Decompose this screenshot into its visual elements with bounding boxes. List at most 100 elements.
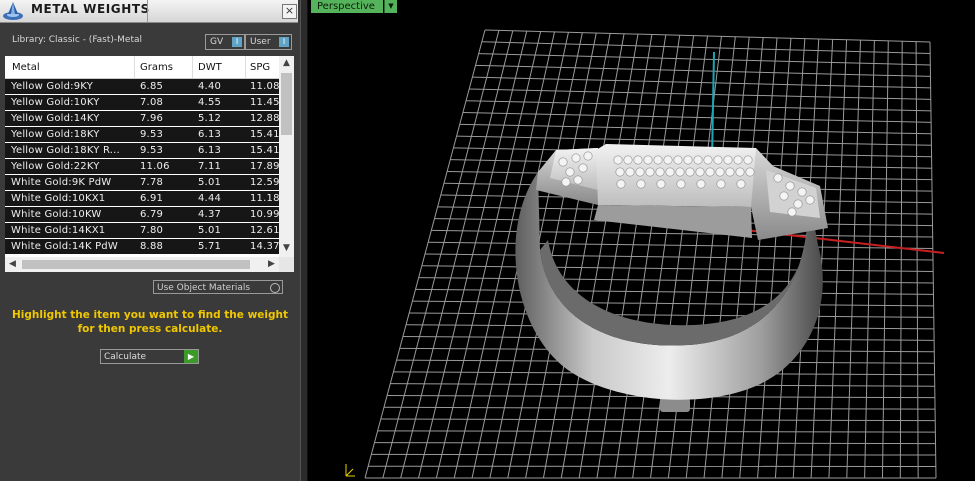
- scroll-left-arrow-icon[interactable]: ◀: [5, 257, 20, 272]
- cell-dwt: 5.71: [198, 241, 222, 252]
- cell-metal: White Gold:14K PdW: [11, 241, 118, 252]
- column-divider[interactable]: [134, 56, 135, 78]
- column-divider[interactable]: [245, 56, 246, 78]
- table-row[interactable]: Yellow Gold:9KY 6.85 4.40 11.08: [5, 79, 279, 94]
- table-row[interactable]: Yellow Gold:10KY 7.08 4.55 11.45: [5, 95, 279, 110]
- panel-title: METAL WEIGHTS: [31, 2, 150, 16]
- cell-spg: 15.41: [250, 129, 279, 140]
- calculate-button[interactable]: Calculate ▶: [100, 349, 199, 364]
- cell-grams: 7.80: [140, 225, 164, 236]
- cell-dwt: 5.01: [198, 177, 222, 188]
- viewport-dropdown-arrow-icon[interactable]: ▼: [384, 0, 397, 13]
- table-row[interactable]: Yellow Gold:18KY 9.53 6.13 15.41: [5, 127, 279, 142]
- cell-metal: Yellow Gold:18KY: [11, 129, 100, 140]
- cell-grams: 7.08: [140, 97, 164, 108]
- table-row[interactable]: Yellow Gold:18KY R... 9.53 6.13 15.41: [5, 143, 279, 158]
- cell-grams: 8.88: [140, 241, 164, 252]
- app-logo-icon: [3, 2, 23, 20]
- gv-toggle[interactable]: GV I: [205, 34, 245, 50]
- table-row[interactable]: White Gold:10KW 6.79 4.37 10.99: [5, 207, 279, 222]
- metal-weights-panel: METAL WEIGHTS × Library: Classic - (Fast…: [0, 0, 300, 481]
- cell-grams: 6.91: [140, 193, 164, 204]
- column-header-dwt[interactable]: DWT: [198, 62, 222, 73]
- cell-metal: White Gold:10KX1: [11, 193, 106, 204]
- cell-spg: 15.41: [250, 145, 279, 156]
- scroll-up-arrow-icon[interactable]: ▲: [279, 56, 294, 71]
- table-header: Metal Grams DWT SPG: [5, 56, 279, 79]
- cell-grams: 11.06: [140, 161, 170, 172]
- cell-spg: 11.18: [250, 193, 279, 204]
- column-header-grams[interactable]: Grams: [140, 62, 173, 73]
- scroll-down-arrow-icon[interactable]: ▼: [279, 241, 294, 256]
- table-row[interactable]: Yellow Gold:22KY 11.06 7.11 17.89: [5, 159, 279, 174]
- use-object-materials-toggle[interactable]: Use Object Materials: [153, 280, 283, 294]
- panel-splitter[interactable]: [300, 0, 308, 481]
- cell-metal: Yellow Gold:18KY R...: [11, 145, 120, 156]
- viewport-label[interactable]: Perspective: [311, 0, 383, 13]
- user-toggle-label: User: [250, 37, 271, 47]
- horizontal-scrollbar[interactable]: ◀ ▶: [5, 257, 279, 272]
- cell-grams: 7.96: [140, 113, 164, 124]
- cell-dwt: 4.40: [198, 81, 222, 92]
- cell-grams: 9.53: [140, 129, 164, 140]
- scroll-right-arrow-icon[interactable]: ▶: [264, 257, 279, 272]
- table-row[interactable]: White Gold:14KX1 7.80 5.01 12.61: [5, 223, 279, 238]
- cell-dwt: 6.13: [198, 129, 222, 140]
- titlebar-divider: [147, 0, 148, 22]
- column-header-metal[interactable]: Metal: [12, 62, 40, 73]
- vertical-scroll-thumb[interactable]: [281, 73, 292, 135]
- gv-toggle-label: GV: [210, 37, 224, 47]
- calculate-label: Calculate: [104, 352, 147, 362]
- horizontal-scroll-thumb[interactable]: [22, 260, 250, 269]
- cell-grams: 7.78: [140, 177, 164, 188]
- panel-titlebar: METAL WEIGHTS ×: [0, 0, 298, 23]
- column-header-spg[interactable]: SPG: [250, 62, 270, 73]
- table-row[interactable]: White Gold:14K PdW 8.88 5.71 14.37: [5, 239, 279, 254]
- cell-grams: 6.79: [140, 209, 164, 220]
- table-body: Yellow Gold:9KY 6.85 4.40 11.08 Yellow Gold:…: [5, 79, 279, 255]
- cell-spg: 10.99: [250, 209, 279, 220]
- cell-dwt: 4.44: [198, 193, 222, 204]
- toggle-switch-icon: I: [232, 37, 242, 47]
- ground-grid: [364, 29, 937, 479]
- table-row[interactable]: Yellow Gold:14KY 7.96 5.12 12.88: [5, 111, 279, 126]
- cell-spg: 11.45: [250, 97, 279, 108]
- metal-table[interactable]: Metal Grams DWT SPG Yellow Gold:9KY 6.85 4…: [5, 56, 294, 272]
- cell-spg: 14.37: [250, 241, 279, 252]
- viewport-scene: [364, 29, 945, 479]
- cell-grams: 6.85: [140, 81, 164, 92]
- cell-metal: Yellow Gold:10KY: [11, 97, 100, 108]
- table-row[interactable]: White Gold:10KX1 6.91 4.44 11.18: [5, 191, 279, 206]
- cell-metal: Yellow Gold:9KY: [11, 81, 93, 92]
- y-axis-line: [711, 51, 715, 161]
- cell-spg: 12.59: [250, 177, 279, 188]
- cell-spg: 12.88: [250, 113, 279, 124]
- cell-metal: White Gold:14KX1: [11, 225, 106, 236]
- vertical-scrollbar[interactable]: ▲ ▼: [279, 56, 294, 257]
- use-object-materials-label: Use Object Materials: [157, 283, 251, 293]
- scrollbar-corner: [279, 257, 294, 272]
- cell-spg: 11.08: [250, 81, 279, 92]
- hint-text: Highlight the item you want to find the …: [12, 309, 288, 335]
- cell-dwt: 5.12: [198, 113, 222, 124]
- cell-dwt: 5.01: [198, 225, 222, 236]
- cell-spg: 12.61: [250, 225, 279, 236]
- table-row[interactable]: White Gold:9K PdW 7.78 5.01 12.59: [5, 175, 279, 190]
- cell-metal: White Gold:10KW: [11, 209, 102, 220]
- cell-dwt: 7.11: [198, 161, 222, 172]
- user-toggle[interactable]: User I: [245, 34, 292, 50]
- cell-metal: Yellow Gold:14KY: [11, 113, 100, 124]
- library-label: Library: Classic - (Fast)-Metal: [12, 35, 143, 45]
- column-divider[interactable]: [192, 56, 193, 78]
- close-button[interactable]: ×: [282, 4, 297, 19]
- play-arrow-icon: ▶: [184, 350, 198, 363]
- cell-spg: 17.89: [250, 161, 279, 172]
- cell-grams: 9.53: [140, 145, 164, 156]
- cell-dwt: 4.55: [198, 97, 222, 108]
- perspective-viewport[interactable]: Perspective ▼: [308, 0, 975, 481]
- cell-metal: White Gold:9K PdW: [11, 177, 112, 188]
- cell-dwt: 6.13: [198, 145, 222, 156]
- axis-gizmo-icon: [345, 464, 355, 477]
- radio-circle-icon: [270, 283, 280, 293]
- cell-dwt: 4.37: [198, 209, 222, 220]
